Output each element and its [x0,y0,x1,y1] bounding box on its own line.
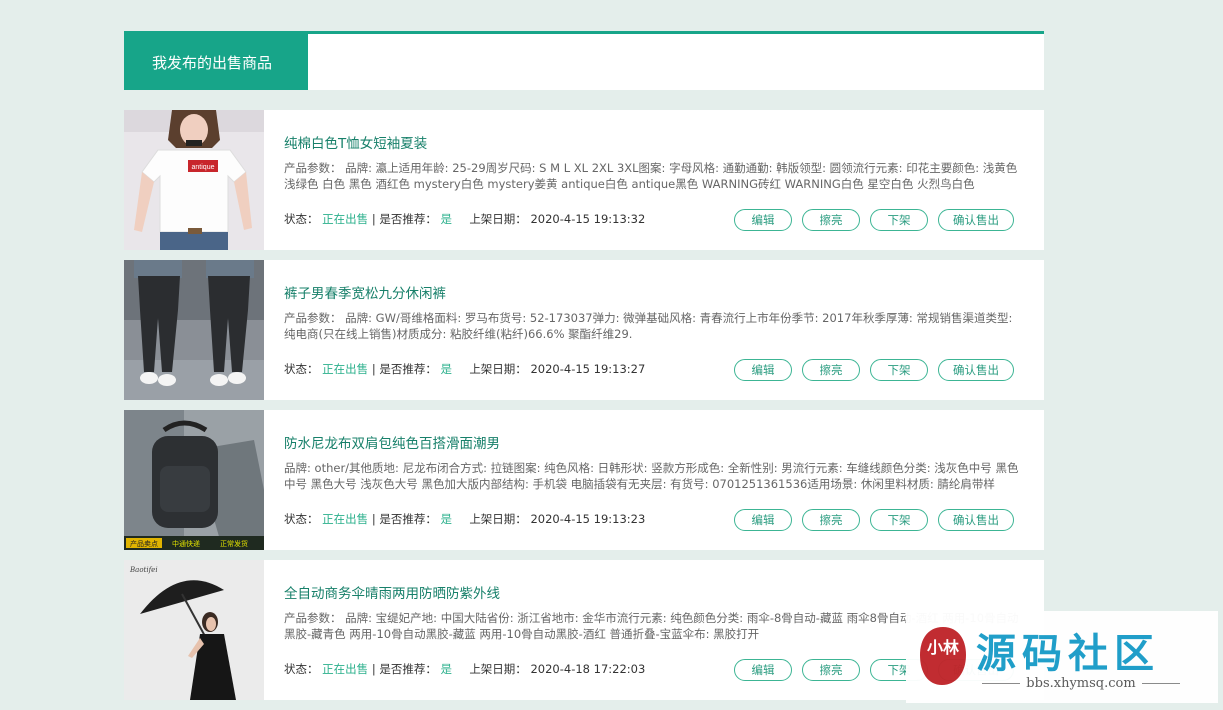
product-meta: 状态： 正在出售 | 是否推荐： 是 上架日期： 2020-4-15 19:13… [284,361,645,377]
confirm-sold-button[interactable]: 确认售出 [938,359,1014,381]
product-params: 品牌: other/其他质地: 尼龙布闭合方式: 拉链图案: 纯色风格: 日韩形… [284,461,1019,491]
thumb-tag: 产品卖点 [130,539,158,548]
edit-button[interactable]: 编辑 [734,509,792,531]
watermark-title: 源码社区 [976,631,1160,677]
watermark: 小林 源码社区 bbs.xhymsq.com [906,611,1218,703]
recommend-value: 是 [440,212,453,226]
date-value: 2020-4-15 19:13:23 [530,512,646,526]
confirm-sold-button[interactable]: 确认售出 [938,209,1014,231]
action-buttons: 编辑 擦亮 下架 确认售出 [734,209,1014,231]
date-label: 上架日期： [469,512,527,526]
date-value: 2020-4-15 19:13:27 [530,362,646,376]
date-label: 上架日期： [469,212,527,226]
polish-button[interactable]: 擦亮 [802,509,860,531]
action-buttons: 编辑 擦亮 下架 确认售出 [734,509,1014,531]
status-label: 状态： [284,362,319,376]
status-label: 状态： [284,662,319,676]
recommend-label: | 是否推荐： [371,362,437,376]
sale-panel: 我发布的出售商品 antique 纯棉白色T恤女短袖夏装 产品参数： 品牌: 瀛… [124,31,1044,710]
recommend-label: | 是否推荐： [371,212,437,226]
product-title[interactable]: 裤子男春季宽松九分休闲裤 [284,282,446,302]
product-params: 产品参数： 品牌: GW/哥维格面料: 罗马布货号: 52-173037弹力: … [284,311,1013,341]
list-item: antique 纯棉白色T恤女短袖夏装 产品参数： 品牌: 瀛上适用年龄: 25… [124,110,1044,250]
action-buttons: 编辑 擦亮 下架 确认售出 [734,359,1014,381]
seal-logo-icon: 小林 [920,627,966,685]
edit-button[interactable]: 编辑 [734,209,792,231]
tab-my-sale-items[interactable]: 我发布的出售商品 [124,34,308,90]
offshelf-button[interactable]: 下架 [870,509,928,531]
offshelf-button[interactable]: 下架 [870,359,928,381]
confirm-sold-button[interactable]: 确认售出 [938,509,1014,531]
seal-text: 小林 [927,638,959,657]
polish-button[interactable]: 擦亮 [802,209,860,231]
list-item: 裤子男春季宽松九分休闲裤 产品参数： 品牌: GW/哥维格面料: 罗马布货号: … [124,260,1044,400]
recommend-label: | 是否推荐： [371,512,437,526]
product-thumbnail[interactable]: antique [124,110,264,250]
product-thumbnail[interactable]: Baotifei [124,560,264,700]
thumb-tag: 正常发货 [220,539,248,548]
product-meta: 状态： 正在出售 | 是否推荐： 是 上架日期： 2020-4-15 19:13… [284,211,645,227]
status-value: 正在出售 [322,212,369,226]
watermark-url: bbs.xhymsq.com [976,676,1186,691]
recommend-value: 是 [440,362,453,376]
date-label: 上架日期： [469,362,527,376]
polish-button[interactable]: 擦亮 [802,659,860,681]
product-params: 产品参数： 品牌: 瀛上适用年龄: 25-29周岁尺码: S M L XL 2X… [284,161,1018,191]
offshelf-button[interactable]: 下架 [870,209,928,231]
edit-button[interactable]: 编辑 [734,659,792,681]
recommend-value: 是 [440,512,453,526]
status-label: 状态： [284,512,319,526]
product-title[interactable]: 纯棉白色T恤女短袖夏装 [284,132,427,152]
product-meta: 状态： 正在出售 | 是否推荐： 是 上架日期： 2020-4-18 17:22… [284,661,645,677]
thumb-tag: 中通快递 [172,539,200,548]
date-label: 上架日期： [469,662,527,676]
date-value: 2020-4-18 17:22:03 [530,662,646,676]
status-value: 正在出售 [322,362,369,376]
thumb-brand: Baotifei [129,566,158,574]
product-thumbnail[interactable] [124,260,264,400]
product-meta: 状态： 正在出售 | 是否推荐： 是 上架日期： 2020-4-15 19:13… [284,511,645,527]
shirt-print: antique [192,164,215,171]
status-value: 正在出售 [322,512,369,526]
recommend-value: 是 [440,662,453,676]
recommend-label: | 是否推荐： [371,662,437,676]
status-value: 正在出售 [322,662,369,676]
product-title[interactable]: 全自动商务伞晴雨两用防晒防紫外线 [284,582,500,602]
product-thumbnail[interactable]: 产品卖点 中通快递 正常发货 [124,410,264,550]
status-label: 状态： [284,212,319,226]
polish-button[interactable]: 擦亮 [802,359,860,381]
panel-header: 我发布的出售商品 [124,31,1044,90]
date-value: 2020-4-15 19:13:32 [530,212,646,226]
product-title[interactable]: 防水尼龙布双肩包纯色百搭滑面潮男 [284,432,500,452]
list-item: 产品卖点 中通快递 正常发货 防水尼龙布双肩包纯色百搭滑面潮男 品牌: othe… [124,410,1044,550]
edit-button[interactable]: 编辑 [734,359,792,381]
